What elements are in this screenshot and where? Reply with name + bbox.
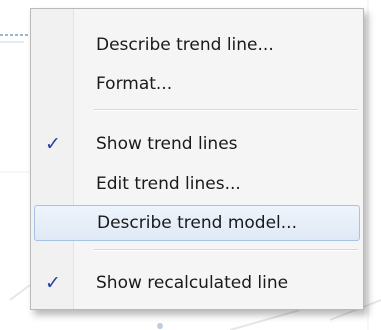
menu-item-label: Describe trend model... — [97, 213, 297, 233]
menu-item-label: Format... — [96, 74, 173, 94]
context-menu: Describe trend line... Format... ✓ Show … — [30, 8, 364, 310]
menu-item-label: Edit trend lines... — [96, 174, 241, 194]
menu-item-label: Describe trend line... — [96, 35, 274, 55]
menu-separator — [94, 249, 358, 251]
menu-item-show-trend-lines[interactable]: ✓ Show trend lines — [34, 126, 360, 162]
menu-item-label: Show trend lines — [96, 134, 238, 154]
menu-item-edit-trend-lines[interactable]: Edit trend lines... — [34, 166, 360, 202]
menu-item-label: Show recalculated line — [96, 273, 289, 293]
checkmark-icon: ✓ — [45, 272, 61, 294]
menu-item-describe-trend-line[interactable]: Describe trend line... — [34, 27, 360, 63]
menu-item-show-recalculated-line[interactable]: ✓ Show recalculated line — [34, 265, 360, 301]
menu-separator — [94, 109, 358, 111]
menu-item-format[interactable]: Format... — [34, 66, 360, 102]
menu-item-describe-trend-model[interactable]: Describe trend model... — [34, 205, 360, 241]
checkmark-icon: ✓ — [45, 133, 61, 155]
